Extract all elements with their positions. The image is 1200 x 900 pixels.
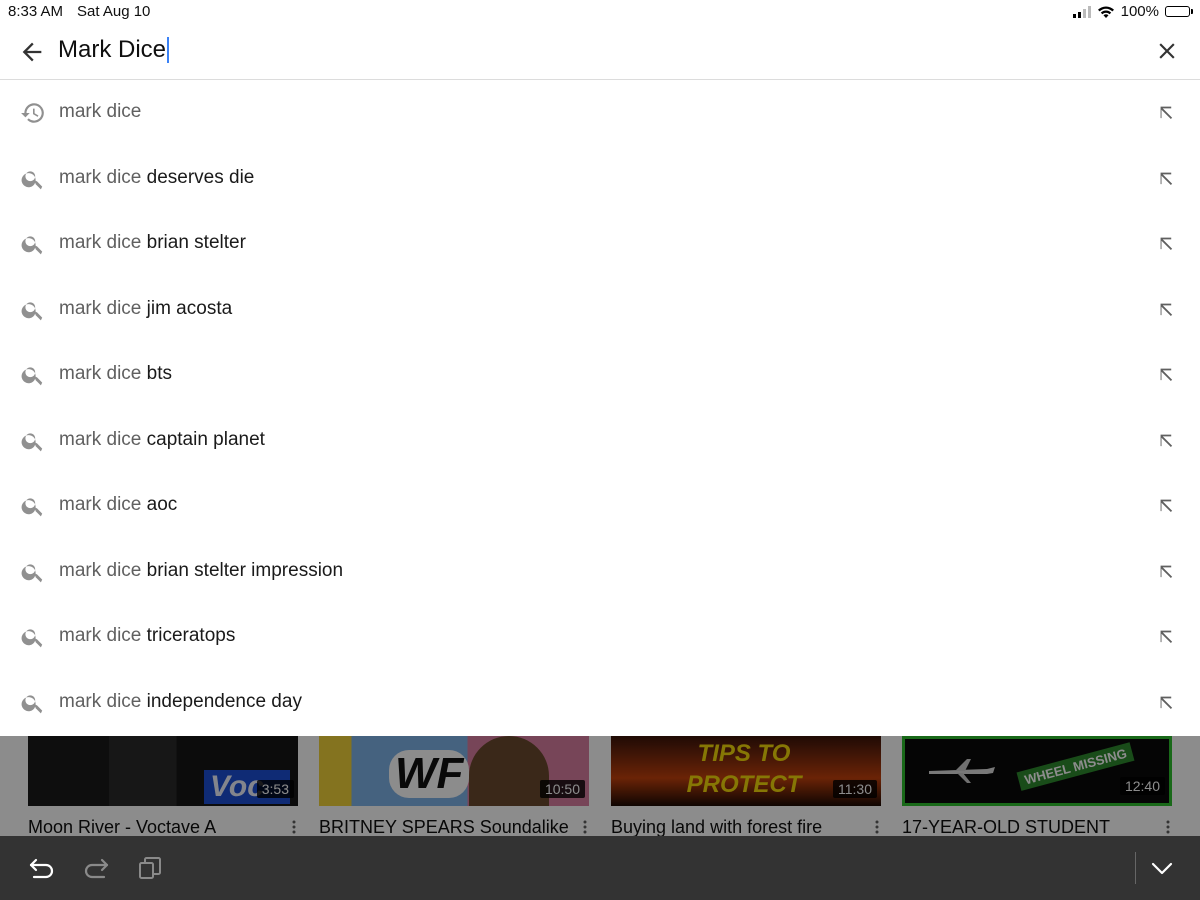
search-icon <box>21 498 43 517</box>
fill-query-arrow-icon[interactable] <box>1156 430 1178 452</box>
fill-query-arrow-icon[interactable] <box>1156 692 1178 714</box>
fill-query-arrow-icon[interactable] <box>1156 233 1178 255</box>
fill-query-arrow-icon[interactable] <box>1156 299 1178 321</box>
suggestion-text: mark dice jim acosta <box>59 297 233 319</box>
suggestion-text: mark dice captain planet <box>59 428 265 450</box>
suggestion-item[interactable]: mark dice bts <box>0 342 1200 407</box>
search-icon <box>21 301 43 320</box>
suggestion-text: mark dice triceratops <box>59 625 236 646</box>
search-header: Mark Dice <box>0 24 1200 80</box>
status-bar: 8:33 AM Sat Aug 10 100% <box>0 0 1200 24</box>
fill-query-arrow-icon[interactable] <box>1156 495 1178 517</box>
suggestion-item[interactable]: mark dice <box>0 80 1200 145</box>
search-icon <box>21 236 43 255</box>
dim-overlay <box>0 736 1200 836</box>
fill-query-arrow-icon[interactable] <box>1156 168 1178 190</box>
status-date: Sat Aug 10 <box>77 3 151 20</box>
undo-icon[interactable] <box>28 854 56 882</box>
suggestion-item[interactable]: mark dice deserves die <box>0 146 1200 211</box>
keyboard-toolbar <box>0 836 1200 900</box>
redo-icon[interactable] <box>82 854 110 882</box>
status-indicators: 100% <box>1072 3 1193 20</box>
suggestion-text: mark dice independence day <box>59 690 302 712</box>
fill-query-arrow-icon[interactable] <box>1156 364 1178 386</box>
suggestion-text: mark dice brian stelter impression <box>59 559 344 581</box>
suggestion-text: mark dice brian stelter <box>59 232 246 253</box>
search-icon <box>21 367 43 386</box>
status-time: 8:33 AM <box>8 3 64 20</box>
search-icon <box>21 694 43 713</box>
suggestion-item[interactable]: mark dice independence day <box>0 670 1200 735</box>
suggestion-item[interactable]: mark dice brian stelter <box>0 211 1200 276</box>
fill-query-arrow-icon[interactable] <box>1156 102 1178 124</box>
search-icon <box>21 563 43 582</box>
search-icon <box>21 629 43 648</box>
wifi-icon <box>1097 6 1114 18</box>
suggestion-item[interactable]: mark dice brian stelter impression <box>0 539 1200 604</box>
suggestion-item[interactable]: mark dice aoc <box>0 473 1200 538</box>
suggestion-text: mark dice aoc <box>59 494 178 515</box>
fill-query-arrow-icon[interactable] <box>1156 561 1178 583</box>
search-icon <box>21 432 43 451</box>
back-arrow-icon[interactable] <box>18 38 46 66</box>
battery-percent: 100% <box>1120 3 1159 20</box>
search-icon <box>21 170 43 189</box>
history-icon <box>21 103 44 123</box>
suggestion-text: mark dice bts <box>59 363 172 384</box>
toolbar-divider <box>1135 852 1136 884</box>
suggestion-list: mark dice mark dice deserves die mark di… <box>0 80 1200 736</box>
fill-query-arrow-icon[interactable] <box>1156 626 1178 648</box>
suggestion-item[interactable]: mark dice jim acosta <box>0 277 1200 342</box>
suggestion-text: mark dice deserves die <box>59 166 255 188</box>
paste-icon[interactable] <box>136 854 164 882</box>
text-cursor <box>167 37 169 63</box>
battery-icon <box>1165 6 1193 17</box>
close-icon[interactable] <box>1154 38 1180 64</box>
chevron-down-icon[interactable] <box>1148 854 1176 882</box>
suggestion-text: mark dice <box>59 101 142 122</box>
cellular-signal-icon <box>1072 5 1091 18</box>
search-input[interactable]: Mark Dice <box>58 36 169 64</box>
suggestion-item[interactable]: mark dice captain planet <box>0 408 1200 473</box>
search-query-text: Mark Dice <box>58 36 167 63</box>
suggestion-item[interactable]: mark dice triceratops <box>0 604 1200 669</box>
